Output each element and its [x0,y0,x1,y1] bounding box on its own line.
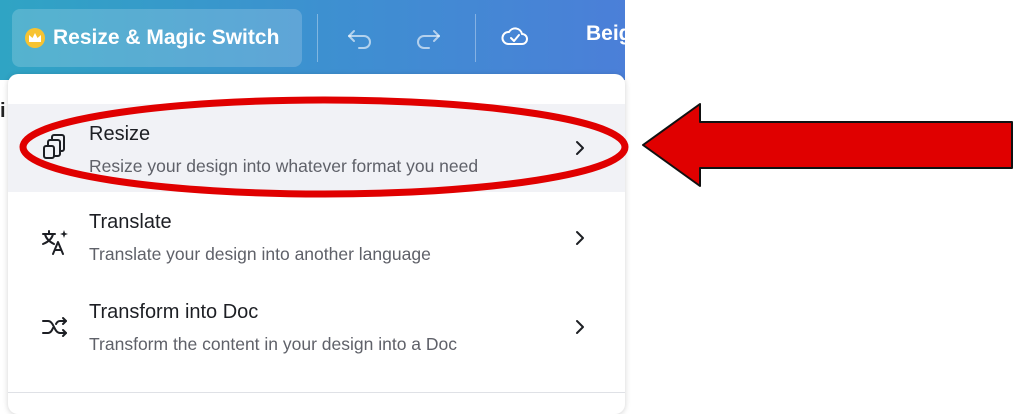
redo-icon[interactable] [413,22,443,52]
transform-icon [42,317,67,337]
menu-item-description: Resize your design into whatever format … [89,156,479,176]
magic-switch-menu: Resize Resize your design into whatever … [8,74,625,414]
chevron-right-icon [576,231,584,245]
menu-divider [8,392,625,393]
menu-item-transform-into-doc[interactable]: Transform into Doc Transform the content… [8,285,625,373]
menu-item-description: Transform the content in your design int… [89,334,458,354]
resize-magic-switch-button[interactable]: Resize & Magic Switch [12,9,302,67]
pointer-arrow [642,103,1013,187]
translate-icon [42,230,68,255]
resize-button-label: Resize & Magic Switch [53,26,280,49]
crown-icon [25,28,45,48]
menu-item-resize[interactable]: Resize Resize your design into whatever … [8,104,625,192]
resize-icon [43,134,65,159]
cloud-check-icon[interactable] [500,22,530,52]
undo-icon[interactable] [345,22,375,52]
toolbar-divider [475,14,476,62]
menu-item-translate[interactable]: Translate Translate your design into ano… [8,197,625,285]
menu-item-title: Resize [89,123,151,145]
chevron-right-icon [576,320,584,334]
chevron-right-icon [576,141,584,155]
screenshot-stage: Resize & Magic Switch Beig i Resize [0,0,1020,414]
top-toolbar: Resize & Magic Switch Beig [0,0,625,80]
menu-item-title: Translate [89,211,172,233]
toolbar-divider [317,14,318,62]
background-editor-text: i [0,100,6,122]
menu-item-description: Translate your design into another langu… [89,244,431,264]
project-name[interactable]: Beig [586,22,625,46]
menu-item-title: Transform into Doc [89,301,259,323]
